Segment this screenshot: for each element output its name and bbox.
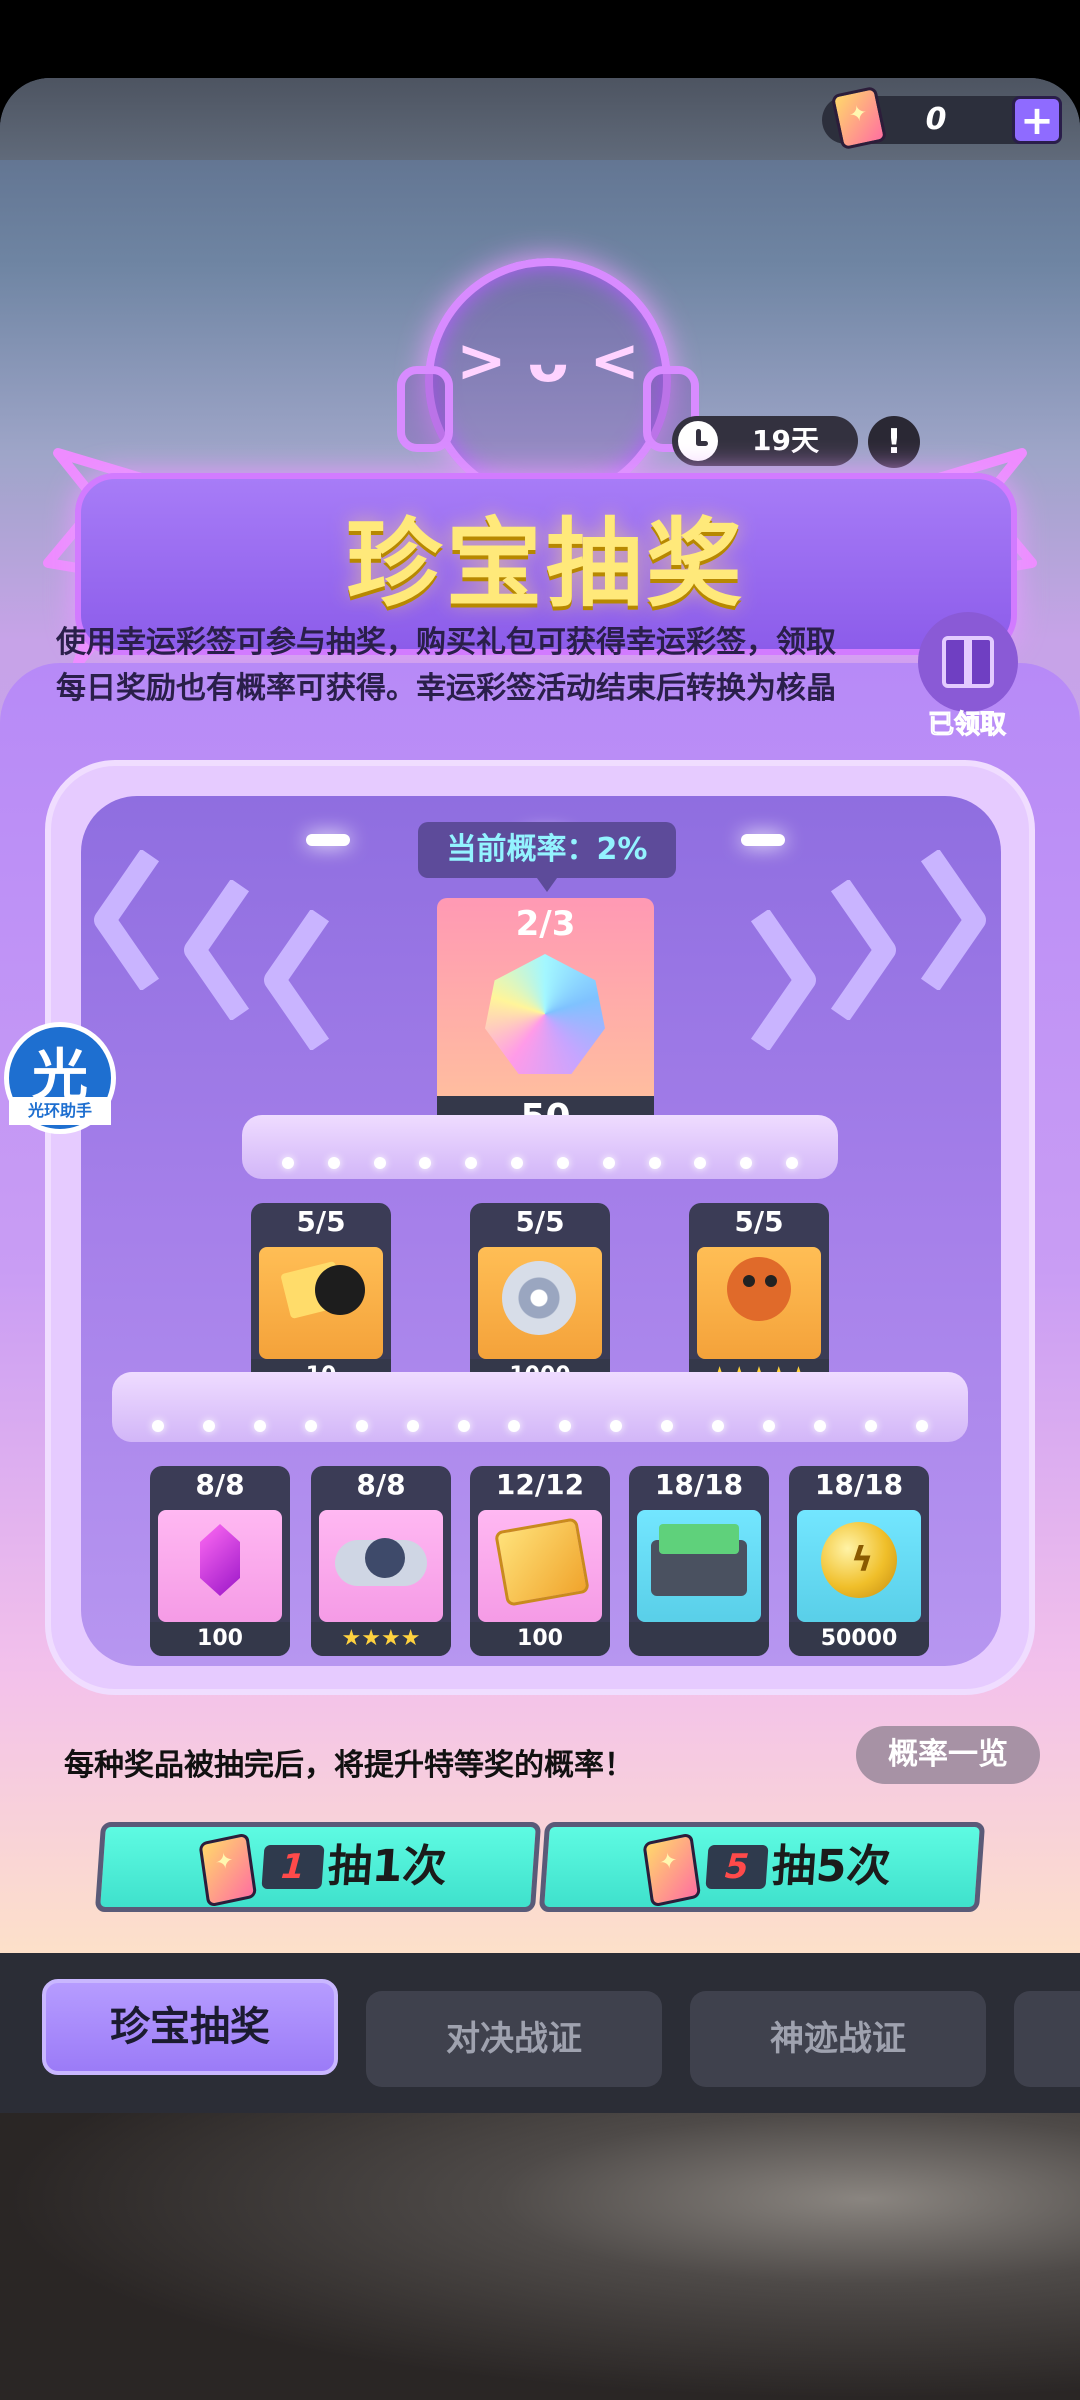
draw-label: 抽1次 — [326, 1841, 449, 1892]
cash-case-icon — [637, 1510, 761, 1622]
lucky-ticket-icon: ✦ — [642, 1832, 702, 1908]
info-button[interactable]: ! — [868, 416, 920, 468]
tab-more[interactable] — [1014, 1991, 1080, 2087]
prize-value: 50000 — [789, 1622, 929, 1656]
purple-crystal-icon — [158, 1510, 282, 1622]
prize-card[interactable]: 18/18 — [629, 1466, 769, 1656]
prize-value: 100 — [150, 1622, 290, 1656]
rates-overview-button[interactable]: 概率一览 — [856, 1726, 1040, 1784]
gold-chip-icon — [478, 1510, 602, 1622]
tab-duel-pass[interactable]: 对决战证 — [366, 1991, 662, 2087]
prize-value: 100 — [470, 1622, 610, 1656]
turntable-disc-icon — [478, 1247, 602, 1359]
prize-card[interactable]: 5/5 10 — [251, 1203, 391, 1393]
lucky-ticket-icon: ✦ — [830, 85, 888, 151]
prize-count: 12/12 — [495, 1468, 585, 1501]
event-timer: 19天 — [672, 416, 858, 466]
bottom-tab-bar: 珍宝抽奖 对决战证 神迹战证 — [0, 1953, 1080, 2113]
prize-card[interactable]: 5/5 ★★★★★ — [689, 1203, 829, 1393]
prize-shelf — [242, 1115, 838, 1179]
prize-count: 5/5 — [734, 1205, 784, 1238]
prize-card[interactable]: 18/18 ϟ 50000 — [789, 1466, 929, 1656]
prize-count: 18/18 — [654, 1468, 744, 1501]
chevron-decor-icon — [94, 850, 160, 990]
mascot-headphones-icon: > ᴗ < — [397, 258, 699, 504]
prize-count: 5/5 — [296, 1205, 346, 1238]
chevron-decor-icon — [750, 910, 816, 1050]
prize-card[interactable]: 8/8 ★★★★ — [311, 1466, 451, 1656]
lucky-ticket-icon: ✦ — [198, 1832, 258, 1908]
character-figure-icon — [697, 1247, 821, 1359]
gift-icon — [918, 612, 1018, 712]
halo-assistant-button[interactable]: 光 光环助手 — [4, 1022, 116, 1134]
prize-card[interactable]: 12/12 100 — [470, 1466, 610, 1656]
current-rate-tag: 当前概率：2% — [418, 822, 676, 892]
prize-hint-text: 每种奖品被抽完后，将提升特等奖的概率！ — [64, 1748, 634, 1783]
status-bar — [0, 0, 1080, 78]
mascot-face: > ᴗ < — [456, 326, 640, 396]
prize-count: 8/8 — [356, 1468, 406, 1501]
add-currency-button[interactable]: + — [1012, 96, 1062, 144]
gold-coin-icon: ϟ — [797, 1510, 921, 1622]
prize-card[interactable]: 8/8 100 — [150, 1466, 290, 1656]
currency-display: ✦ 0 + — [822, 85, 1062, 151]
prize-card[interactable]: 5/5 1000 — [470, 1203, 610, 1393]
draw-label: 抽5次 — [770, 1841, 893, 1892]
currency-count: 0 — [925, 102, 947, 137]
gift-status-label: 已领取 — [927, 710, 1006, 741]
chevron-decor-icon — [830, 880, 896, 1020]
draw-once-button[interactable]: ✦ 1 抽1次 — [94, 1822, 542, 1912]
crystal-gem-icon — [485, 954, 605, 1074]
helper-label: 光环助手 — [9, 1097, 111, 1125]
prize-shelf — [112, 1372, 968, 1442]
chevron-decor-icon — [264, 910, 330, 1050]
chevron-decor-icon — [184, 880, 250, 1020]
draw-cost: 1 — [261, 1845, 325, 1889]
prize-count: 5/5 — [515, 1205, 565, 1238]
grand-prize-count: 2/3 — [515, 904, 576, 944]
spotlight — [306, 834, 350, 846]
chevron-decor-icon — [920, 850, 986, 990]
timer-text: 19天 — [752, 424, 819, 457]
prize-count: 18/18 — [814, 1468, 904, 1501]
spotlight — [741, 834, 785, 846]
draw-cost: 5 — [705, 1845, 769, 1889]
prize-stars: ★★★★ — [311, 1622, 451, 1656]
prize-value — [629, 1622, 769, 1656]
robot-drone-icon — [319, 1510, 443, 1622]
background-blur — [0, 2113, 1080, 2400]
description-text: 使用幸运彩签可参与抽奖，购买礼包可获得幸运彩签，领取每日奖励也有概率可获得。幸运… — [56, 625, 836, 706]
grand-prize-card[interactable]: 2/3 50 — [437, 898, 654, 1140]
draw-five-button[interactable]: ✦ 5 抽5次 — [538, 1822, 986, 1912]
vinyl-record-icon — [259, 1247, 383, 1359]
tab-treasure-lottery[interactable]: 珍宝抽奖 — [42, 1979, 338, 2075]
daily-gift-button[interactable]: 已领取 — [914, 612, 1020, 742]
prize-count: 8/8 — [195, 1468, 245, 1501]
clock-icon — [678, 421, 718, 461]
tab-miracle-pass[interactable]: 神迹战证 — [690, 1991, 986, 2087]
